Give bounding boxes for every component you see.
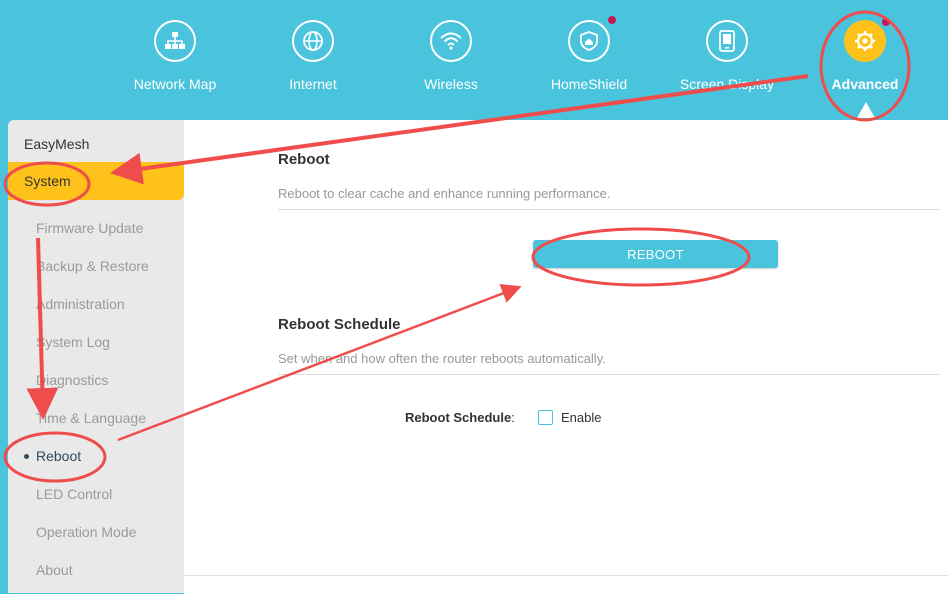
field-colon: : <box>511 410 515 425</box>
nav-network-map[interactable]: Network Map <box>105 18 245 108</box>
notification-dot <box>882 18 890 26</box>
reboot-schedule-title: Reboot Schedule <box>278 316 401 333</box>
sidebar-item-firmware-update[interactable]: Firmware Update <box>36 220 143 236</box>
sidebar-item-about[interactable]: About <box>36 562 73 578</box>
nav-wireless-label: Wireless <box>424 76 478 92</box>
reboot-description: Reboot to clear cache and enhance runnin… <box>278 186 611 201</box>
nav-network-map-label: Network Map <box>133 76 217 92</box>
sidebar-item-time-language[interactable]: Time & Language <box>36 410 146 426</box>
sidebar-item-system[interactable]: System <box>8 162 184 200</box>
nav-internet[interactable]: Internet <box>243 18 383 108</box>
sidebar-item-operation-mode[interactable]: Operation Mode <box>36 524 136 540</box>
enable-checkbox[interactable] <box>538 410 553 425</box>
sidebar-item-system-log[interactable]: System Log <box>36 334 110 350</box>
reboot-schedule-description: Set when and how often the router reboot… <box>278 351 606 366</box>
nav-screen-display-label: Screen Display <box>679 76 775 92</box>
globe-icon <box>292 20 334 62</box>
nav-homeshield[interactable]: HomeShield <box>519 16 659 108</box>
nav-advanced[interactable]: Advanced <box>795 18 935 108</box>
shield-home-icon <box>568 16 616 62</box>
enable-label[interactable]: Enable <box>561 410 601 425</box>
nav-internet-label: Internet <box>289 76 337 92</box>
nav-wireless[interactable]: Wireless <box>381 18 521 108</box>
sidebar-item-system-label: System <box>24 173 71 189</box>
wifi-icon <box>430 20 472 62</box>
reboot-button[interactable]: REBOOT <box>533 240 778 268</box>
main-content: Reboot Reboot to clear cache and enhance… <box>184 120 948 575</box>
divider <box>278 374 940 375</box>
network-map-icon <box>154 20 196 62</box>
gear-icon <box>844 18 890 62</box>
reboot-schedule-field-text: Reboot Schedule <box>405 410 512 425</box>
sidebar-item-reboot[interactable]: Reboot <box>23 448 81 464</box>
nav-screen-display[interactable]: Screen Display <box>657 18 797 108</box>
nav-advanced-label: Advanced <box>831 76 899 92</box>
sidebar-item-easymesh[interactable]: EasyMesh <box>24 136 89 152</box>
top-nav: Network Map Internet Wireless HomeShield… <box>0 0 948 120</box>
sidebar-item-backup-restore[interactable]: Backup & Restore <box>36 258 149 274</box>
sidebar-item-administration[interactable]: Administration <box>36 296 125 312</box>
sidebar-item-diagnostics[interactable]: Diagnostics <box>36 372 108 388</box>
notification-dot <box>608 16 616 24</box>
reboot-schedule-field-label: Reboot Schedule: <box>405 410 515 425</box>
active-tab-caret <box>857 102 875 118</box>
footer <box>184 575 948 594</box>
screen-display-icon <box>706 20 748 62</box>
nav-homeshield-label: HomeShield <box>550 76 628 92</box>
reboot-title: Reboot <box>278 151 330 168</box>
divider <box>278 209 940 210</box>
sidebar-item-led-control[interactable]: LED Control <box>36 486 112 502</box>
sidebar: EasyMesh System Firmware Update Backup &… <box>8 120 184 593</box>
